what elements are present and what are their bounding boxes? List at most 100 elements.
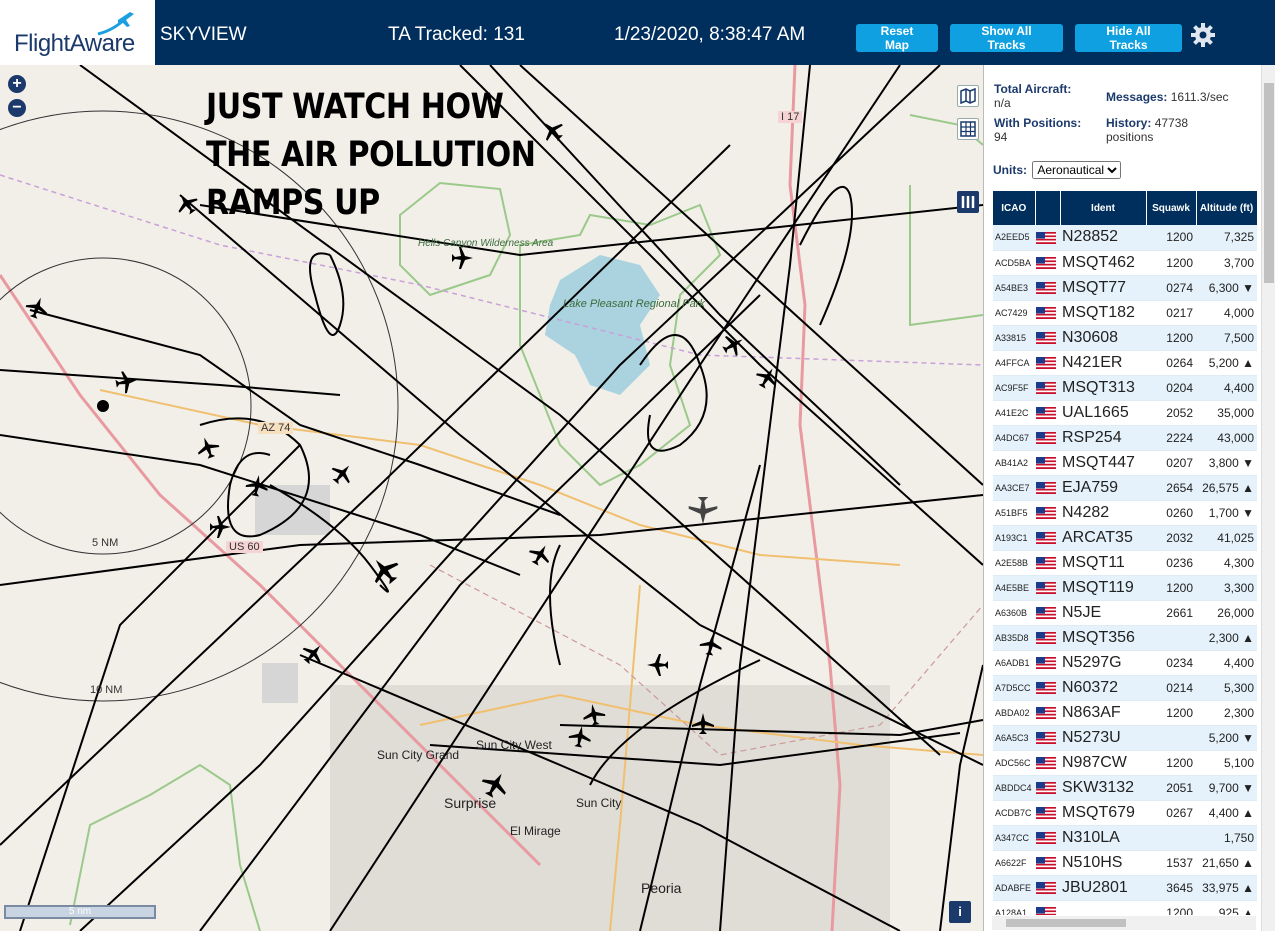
col-icao[interactable]: ICAO [993,191,1036,225]
squawk-cell: 2661 [1146,600,1196,626]
table-horizontal-scrollbar[interactable] [992,916,1256,930]
table-row[interactable]: AB41A2 MSQT447 0207 3,800 ▼ [993,450,1257,476]
table-row[interactable]: A4E5BE MSQT119 1200 3,300 [993,575,1257,601]
table-row[interactable]: A2E58B MSQT11 0236 4,300 [993,550,1257,576]
icao-cell: A6A5C3 [993,725,1035,751]
icao-cell: A41E2C [993,400,1035,426]
table-row[interactable]: A7D5CC N60372 0214 5,300 [993,675,1257,701]
col-ident[interactable]: Ident [1060,191,1147,225]
flag-cell [1035,500,1060,526]
altitude-cell: 35,000 [1196,400,1257,426]
zoom-in-button[interactable]: + [8,75,26,93]
us-flag-icon [1036,582,1056,595]
squawk-cell: 2654 [1146,475,1196,501]
table-row[interactable]: A128A1 1200 925 ▲ [993,900,1257,915]
us-flag-icon [1036,557,1056,570]
flightaware-logo[interactable]: FlightAware [0,0,155,65]
history-unit: positions [1106,130,1154,144]
table-row[interactable]: A54BE3 MSQT77 0274 6,300 ▼ [993,275,1257,301]
col-squawk[interactable]: Squawk [1146,191,1197,225]
table-row[interactable]: AB35D8 MSQT356 2,300 ▲ [993,625,1257,651]
icao-cell: A33815 [993,325,1035,351]
flag-cell [1035,850,1060,876]
table-row[interactable]: A347CC N310LA 1,750 [993,825,1257,851]
show-all-tracks-button[interactable]: Show All Tracks [950,24,1063,52]
table-row[interactable]: ADC56C N987CW 1200 5,100 [993,750,1257,776]
ident-cell: EJA759 [1060,475,1146,501]
table-row[interactable]: AC9F5F MSQT313 0204 4,400 [993,375,1257,401]
altitude-cell: 1,700 ▼ [1196,500,1257,526]
scroll-thumb[interactable] [1264,83,1274,283]
altitude-cell: 33,975 ▲ [1196,875,1257,901]
icao-cell: A4FFCA [993,350,1035,376]
table-row[interactable]: A6A5C3 N5273U 5,200 ▼ [993,725,1257,751]
table-row[interactable]: ABDDC4 SKW3132 2051 9,700 ▼ [993,775,1257,801]
table-row[interactable]: A6360B N5JE 2661 26,000 [993,600,1257,626]
ident-cell: N863AF [1060,700,1146,726]
table-row[interactable]: A6ADB1 N5297G 0234 4,400 [993,650,1257,676]
ident-cell: JBU2801 [1060,875,1146,901]
table-row[interactable]: ACDB7C MSQT679 0267 4,400 ▲ [993,800,1257,826]
total-aircraft-label: Total Aircraft: [994,82,1072,96]
hide-all-tracks-button[interactable]: Hide All Tracks [1075,24,1182,52]
col-altitude[interactable]: Altitude (ft) [1196,191,1257,225]
squawk-cell: 0236 [1146,550,1196,576]
table-row[interactable]: ABDA02 N863AF 1200 2,300 [993,700,1257,726]
table-row[interactable]: A4DC67 RSP254 2224 43,000 [993,425,1257,451]
reset-map-button[interactable]: Reset Map [856,24,938,52]
table-row[interactable]: AA3CE7 EJA759 2654 26,575 ▲ [993,475,1257,501]
table-row[interactable]: ACD5BA MSQT462 1200 3,700 [993,250,1257,276]
altitude-cell: 7,325 [1196,225,1257,251]
table-row[interactable]: A6622F N510HS 1537 21,650 ▲ [993,850,1257,876]
columns-toggle-button[interactable] [957,191,979,213]
gear-icon[interactable] [1190,22,1216,48]
sun-city-grand-label: Sun City Grand [377,748,460,762]
map-view[interactable]: + − JUST WATCH HOW THE AIR POLLUTION RAM… [0,65,983,931]
us-flag-icon [1036,732,1056,745]
flag-cell [1035,325,1060,351]
with-positions-label: With Positions: [994,116,1082,130]
map-layers-button[interactable] [957,85,979,107]
icao-cell: A6360B [993,600,1035,626]
squawk-cell: 0267 [1146,800,1196,826]
us-flag-icon [1036,457,1056,470]
units-select[interactable]: Aeronautical [1032,161,1122,179]
icao-cell: ACD5BA [993,250,1035,276]
squawk-cell: 0214 [1146,675,1196,701]
map-icon [960,87,976,105]
panel-vertical-scrollbar[interactable] [1261,65,1275,931]
table-row[interactable]: A4FFCA N421ER 0264 5,200 ▲ [993,350,1257,376]
altitude-cell: 26,000 [1196,600,1257,626]
squawk-cell: 0264 [1146,350,1196,376]
app-title: SKYVIEW [160,24,247,45]
altitude-cell: 4,300 [1196,550,1257,576]
table-row[interactable]: ADABFE JBU2801 3645 33,975 ▲ [993,875,1257,901]
ident-cell: SKW3132 [1060,775,1146,801]
columns-icon [961,196,975,208]
table-row[interactable]: A33815 N30608 1200 7,500 [993,325,1257,351]
icao-cell: AB35D8 [993,625,1035,651]
table-row[interactable]: A41E2C UAL1665 2052 35,000 [993,400,1257,426]
altitude-cell: 26,575 ▲ [1196,475,1257,501]
zoom-out-button[interactable]: − [8,99,26,117]
grid-toggle-button[interactable] [957,118,979,140]
icao-cell: AB41A2 [993,450,1035,476]
us-flag-icon [1036,707,1056,720]
altitude-cell: 6,300 ▼ [1196,275,1257,301]
squawk-cell: 0260 [1146,500,1196,526]
scroll-thumb-h[interactable] [1006,919,1126,927]
lake-pleasant-label: Lake Pleasant Regional Park [563,298,705,310]
col-flag[interactable] [1035,191,1061,225]
table-row[interactable]: AC7429 MSQT182 0217 4,000 [993,300,1257,326]
airfield [255,485,330,535]
receiver-location [97,400,109,412]
us-flag-icon [1036,607,1056,620]
table-row[interactable]: A193C1 ARCAT35 2032 41,025 [993,525,1257,551]
scale-bar: 5 nm [4,905,156,919]
aircraft-panel: Total Aircraft: n/a With Positions: 94 M… [983,65,1275,931]
us-flag-icon [1036,907,1056,915]
info-button[interactable]: i [949,901,971,923]
table-row[interactable]: A51BF5 N4282 0260 1,700 ▼ [993,500,1257,526]
table-row[interactable]: A2EED5 N28852 1200 7,325 [993,225,1257,251]
meme-caption: JUST WATCH HOW THE AIR POLLUTION RAMPS U… [206,83,536,227]
